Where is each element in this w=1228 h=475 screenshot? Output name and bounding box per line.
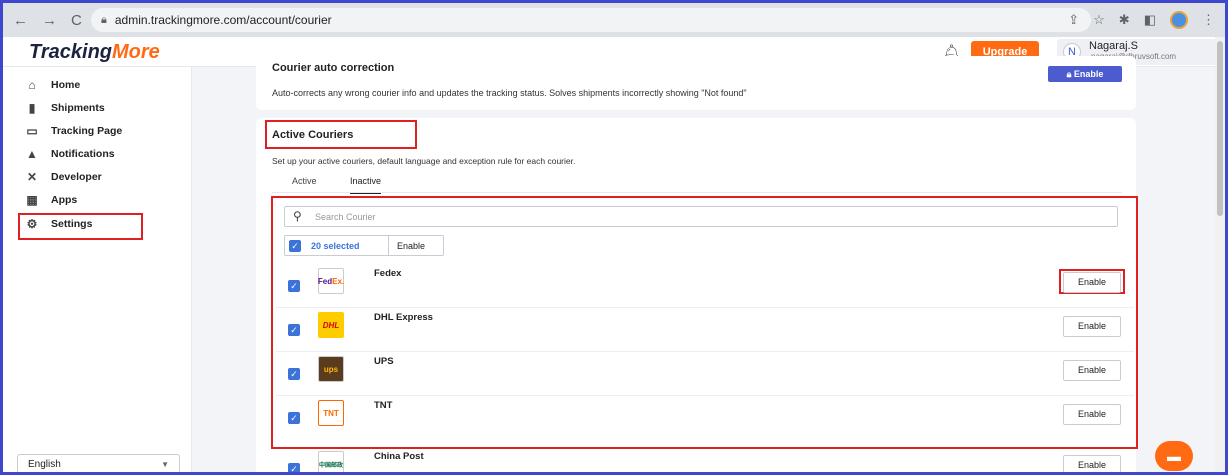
apps-icon: ▦ — [26, 193, 38, 207]
sidebar-item-home[interactable]: ⌂ Home — [25, 75, 80, 95]
auto-correction-description: Auto-corrects any wrong courier info and… — [272, 88, 747, 98]
lock-icon: 🔒︎ — [101, 13, 107, 26]
china-post-logo: 中国邮政 — [318, 451, 344, 472]
star-icon[interactable]: ☆ — [1093, 12, 1105, 28]
bell-icon: ▲ — [26, 147, 38, 161]
home-icon: ⌂ — [28, 78, 36, 92]
active-couriers-title: Active Couriers — [272, 129, 354, 141]
app-frame: ← → C 🔒︎ admin.trackingmore.com/account/… — [0, 0, 1228, 475]
trackingmore-logo[interactable]: TrackingMore — [29, 41, 160, 64]
language-select[interactable]: English ▼ — [17, 454, 180, 472]
courier-list-highlight-box — [271, 196, 1138, 449]
sidebar-item-notifications[interactable]: ▲ Notifications — [25, 144, 115, 164]
reload-icon[interactable]: C — [71, 12, 82, 29]
active-couriers-card: Active Couriers Set up your active couri… — [256, 118, 1138, 472]
enable-button-china-post[interactable]: Enable — [1063, 455, 1121, 472]
chevron-down-icon: ▼ — [161, 460, 169, 469]
monitor-icon: ▭ — [26, 124, 38, 138]
sidebar: ⌂ Home ▮ Shipments ▭ Tracking Page ▲ Not… — [3, 67, 192, 472]
sidepanel-icon[interactable]: ◧ — [1144, 12, 1156, 28]
courier-checkbox[interactable]: ✓ — [288, 463, 300, 472]
sidebar-item-tracking-page[interactable]: ▭ Tracking Page — [25, 121, 122, 141]
browser-actions: ⇪ ☆ ✱ ◧ ⋮ — [1068, 11, 1215, 29]
url-text: admin.trackingmore.com/account/courier — [114, 13, 332, 27]
share-icon[interactable]: ⇪ — [1068, 12, 1079, 28]
tab-active[interactable]: Active — [292, 176, 317, 186]
forward-icon[interactable]: → — [42, 12, 57, 29]
chat-icon[interactable]: ▬ — [1155, 441, 1193, 471]
tools-icon: ✕ — [26, 170, 38, 184]
menu-icon[interactable]: ⋮ — [1202, 12, 1215, 28]
auto-correction-enable-button[interactable]: 🔒︎ Enable — [1048, 66, 1122, 82]
profile-avatar[interactable] — [1170, 11, 1188, 29]
courier-row-china-post: ✓ 中国邮政 China Post Enable — [276, 447, 1134, 472]
browser-toolbar: ← → C 🔒︎ admin.trackingmore.com/account/… — [3, 3, 1225, 37]
scrollbar-thumb[interactable] — [1217, 41, 1223, 216]
courier-name: China Post — [374, 451, 424, 462]
auto-correction-title: Courier auto correction — [272, 62, 395, 74]
tab-divider — [272, 192, 1122, 193]
sidebar-item-developer[interactable]: ✕ Developer — [25, 167, 102, 187]
extensions-icon[interactable]: ✱ — [1119, 12, 1130, 28]
user-name: Nagaraj.S — [1089, 40, 1138, 52]
active-couriers-description: Set up your active couriers, default lan… — [272, 156, 576, 166]
address-bar[interactable]: 🔒︎ admin.trackingmore.com/account/courie… — [91, 8, 1091, 32]
settings-highlight-box — [18, 213, 143, 240]
auto-correction-card: Courier auto correction Auto-corrects an… — [256, 56, 1136, 110]
truck-icon: ▮ — [28, 101, 36, 115]
sidebar-item-shipments[interactable]: ▮ Shipments — [25, 98, 105, 118]
sidebar-item-apps[interactable]: ▦ Apps — [25, 190, 77, 210]
back-icon[interactable]: ← — [13, 12, 28, 29]
